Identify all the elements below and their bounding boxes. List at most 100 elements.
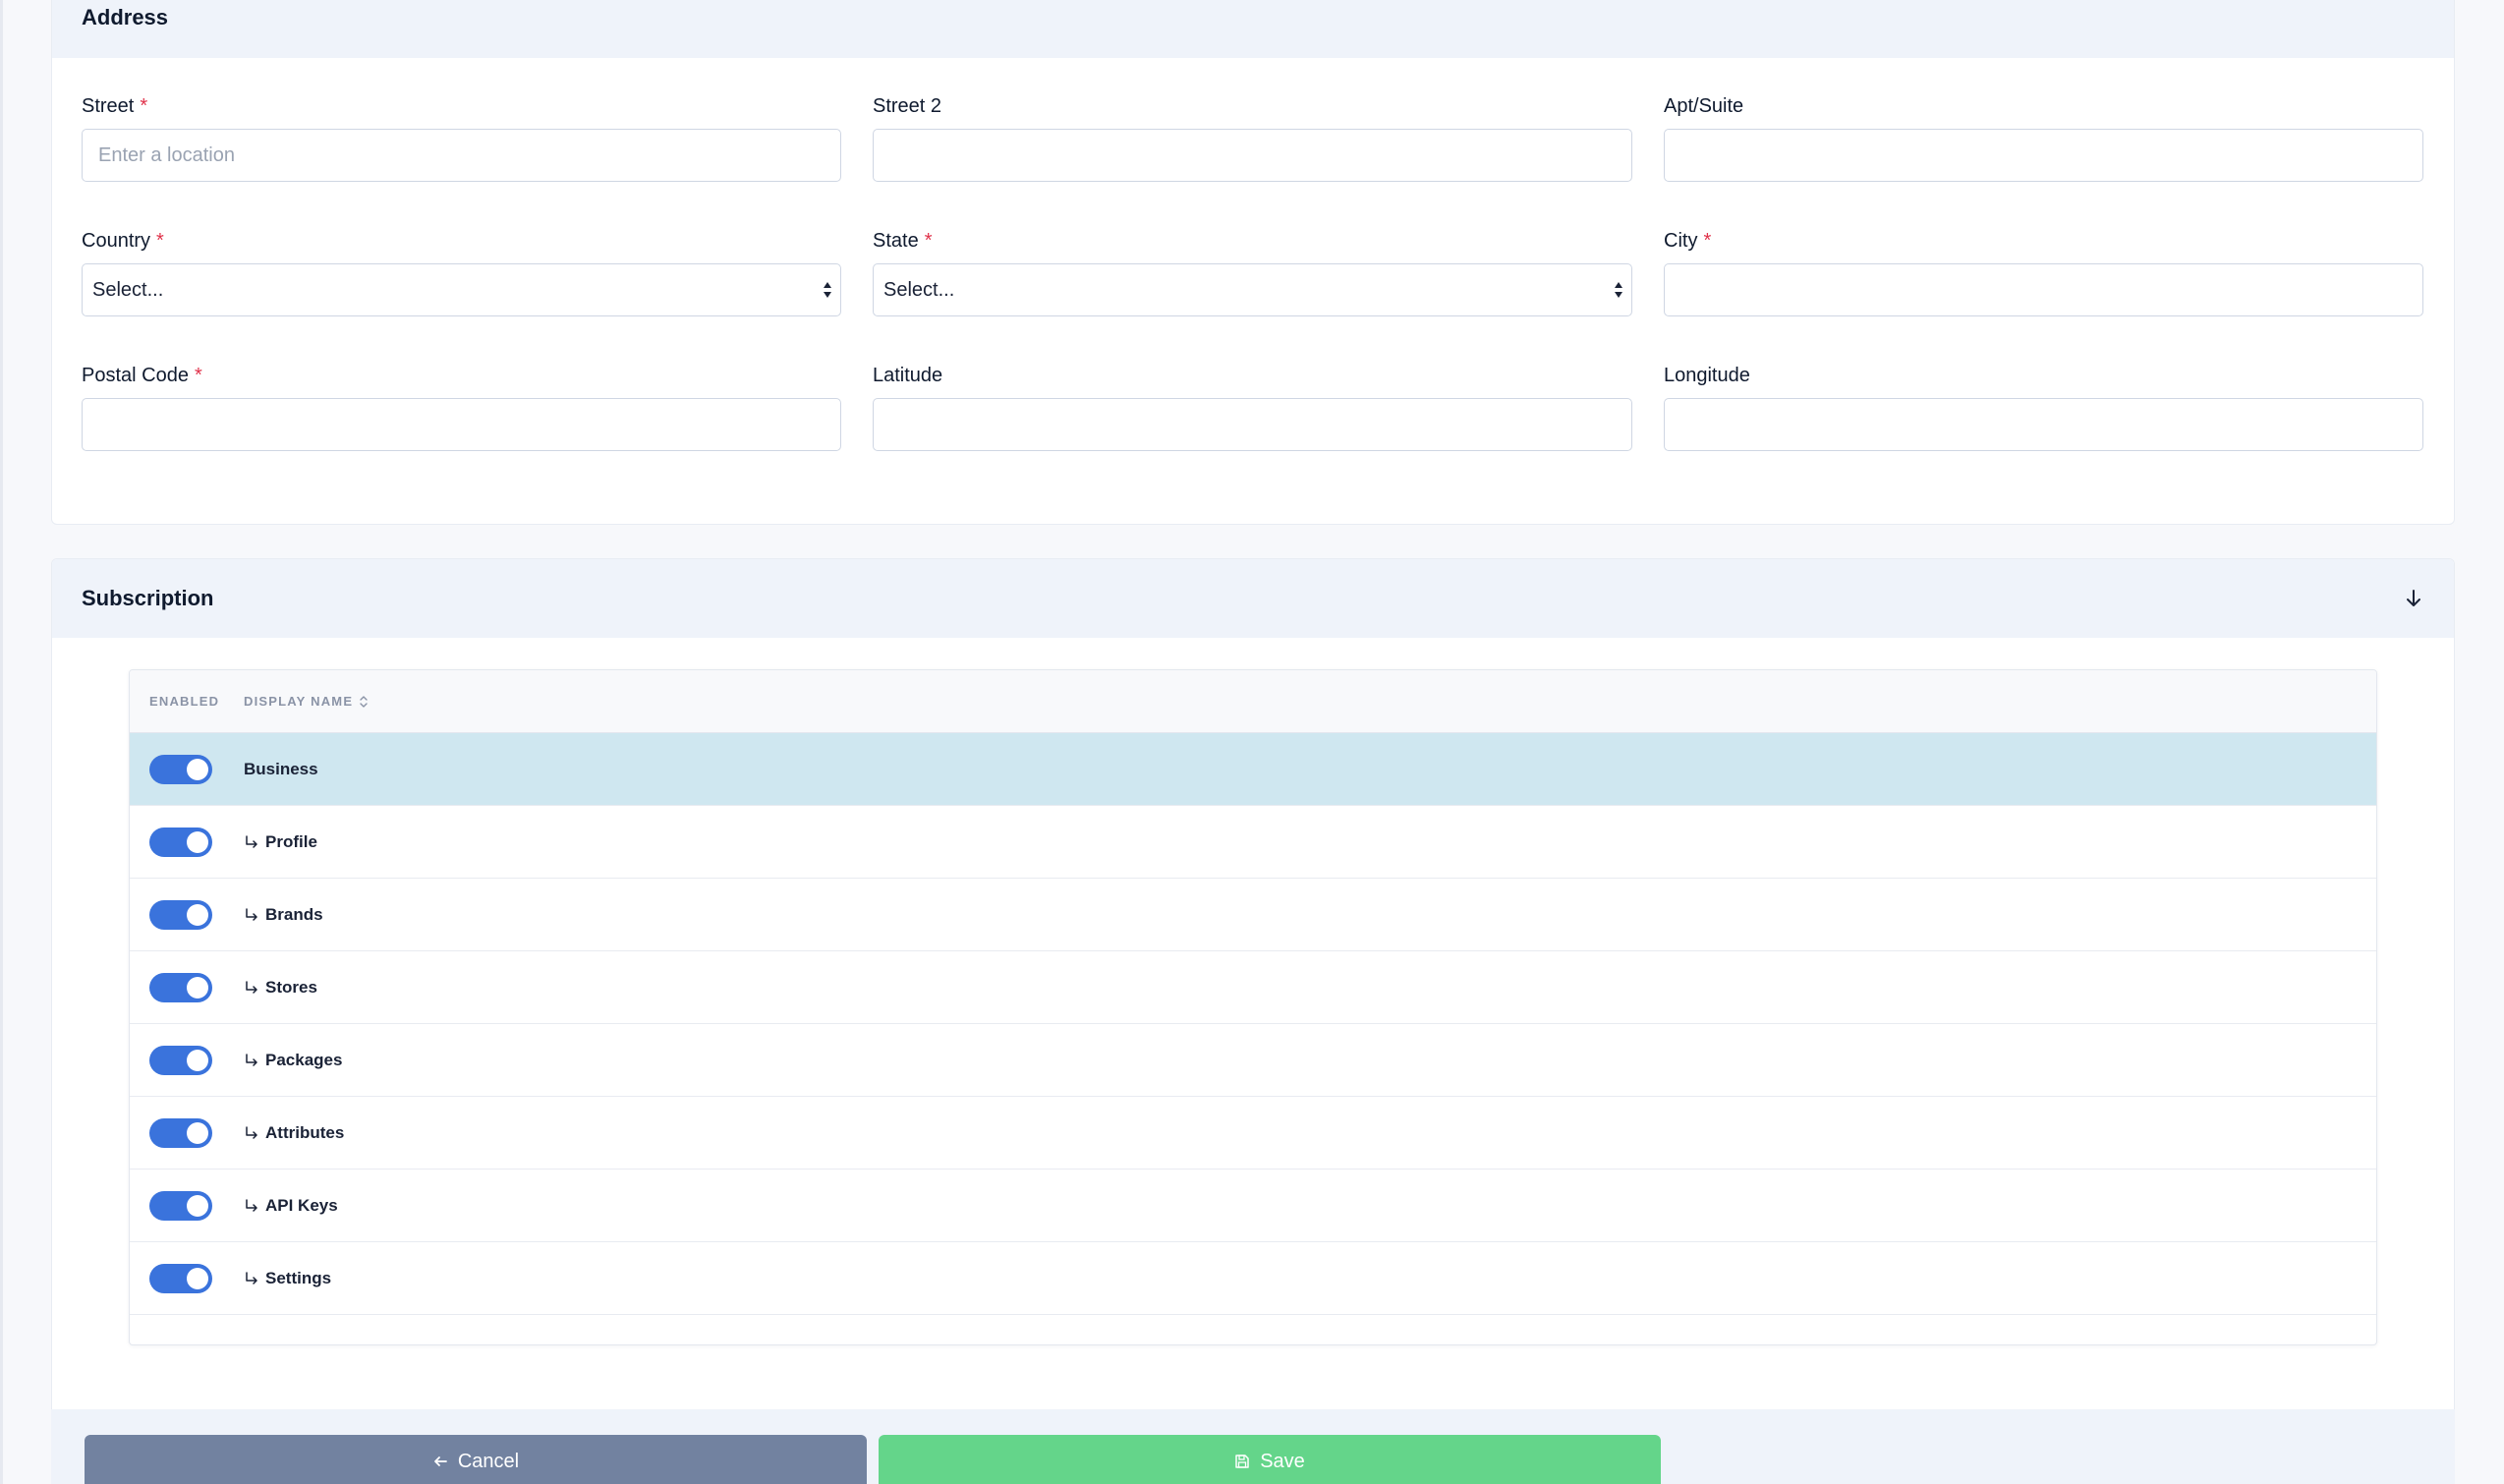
- table-row[interactable]: Brands: [130, 879, 2376, 951]
- display-name-label: Settings: [265, 1268, 332, 1287]
- table-row[interactable]: Business: [130, 733, 2376, 806]
- subscription-card: Subscription Enabled Display Name Busine…: [51, 558, 2455, 1462]
- state-select[interactable]: Select...: [873, 263, 1632, 316]
- subscription-title: Subscription: [82, 586, 214, 610]
- arrow-down-icon[interactable]: [2403, 588, 2424, 609]
- enabled-toggle[interactable]: [149, 1263, 212, 1293]
- enabled-toggle[interactable]: [149, 754, 212, 784]
- page-left-border: [0, 0, 3, 1484]
- select-arrows-icon: [1615, 282, 1622, 298]
- column-header-display-name-label: Display Name: [244, 694, 354, 709]
- longitude-input[interactable]: [1664, 398, 2423, 451]
- table-row[interactable]: Packages: [130, 1024, 2376, 1097]
- required-marker: *: [194, 365, 202, 386]
- display-name-cell: Profile: [244, 832, 317, 852]
- form-actions: Cancel Save: [51, 1409, 2455, 1484]
- enabled-cell: [130, 1190, 244, 1221]
- table-body: Business Profile Brands Stores Packages Attri…: [130, 733, 2376, 1315]
- column-header-enabled: Enabled: [149, 694, 220, 709]
- child-arrow-icon: [246, 1198, 257, 1212]
- table-row[interactable]: Profile: [130, 806, 2376, 879]
- child-arrow-icon: [246, 834, 257, 848]
- address-title: Address: [82, 5, 169, 29]
- toggle-knob: [187, 830, 208, 853]
- street2-input[interactable]: [873, 129, 1632, 182]
- enabled-cell: [130, 972, 244, 1002]
- toggle-knob: [187, 1194, 208, 1217]
- longitude-label: Longitude: [1664, 365, 1750, 386]
- table-row[interactable]: API Keys: [130, 1170, 2376, 1242]
- state-field: State * Select...: [873, 228, 1632, 363]
- toggle-knob: [187, 758, 208, 780]
- address-form: Street* Street 2 Apt/Suite Country* Sele…: [82, 93, 2423, 497]
- arrow-left-icon: [433, 1456, 447, 1466]
- display-name-label: Stores: [265, 977, 317, 997]
- enabled-toggle[interactable]: [149, 827, 212, 857]
- postal-label: Postal Code *: [82, 365, 202, 386]
- display-name-label: Profile: [265, 831, 317, 851]
- display-name-label: Brands: [265, 904, 323, 924]
- required-marker: *: [924, 230, 933, 252]
- display-name-cell: Attributes: [244, 1123, 344, 1143]
- country-select-value: Select...: [82, 263, 841, 316]
- city-field: City *: [1664, 228, 2423, 363]
- latitude-field: Latitude: [873, 363, 1632, 497]
- country-select[interactable]: Select...: [82, 263, 841, 316]
- subscription-header[interactable]: Subscription: [52, 559, 2454, 638]
- display-name-cell: API Keys: [244, 1196, 338, 1216]
- street2-field: Street 2: [873, 93, 1632, 228]
- street-label: Street *: [82, 95, 148, 117]
- city-input[interactable]: [1664, 263, 2423, 316]
- street2-label: Street 2: [873, 95, 942, 117]
- save-button[interactable]: Save: [879, 1435, 1661, 1484]
- enabled-cell: [130, 827, 244, 857]
- display-name-cell: Brands: [244, 905, 323, 925]
- table-row[interactable]: Stores: [130, 951, 2376, 1024]
- postal-input[interactable]: [82, 398, 841, 451]
- cancel-button-label: Cancel: [457, 1450, 520, 1472]
- table-row[interactable]: Settings: [130, 1242, 2376, 1315]
- child-arrow-icon: [246, 980, 257, 994]
- enabled-cell: [130, 1117, 244, 1148]
- save-button-label: Save: [1260, 1450, 1305, 1472]
- cancel-button[interactable]: Cancel: [85, 1435, 867, 1484]
- country-label: Country *: [82, 230, 164, 252]
- enabled-toggle[interactable]: [149, 899, 212, 930]
- city-label: City *: [1664, 230, 1712, 252]
- select-arrows-icon: [824, 282, 831, 298]
- display-name-label: API Keys: [265, 1195, 338, 1215]
- enabled-cell: [130, 754, 244, 784]
- street-input[interactable]: [82, 129, 841, 182]
- table-row[interactable]: Attributes: [130, 1097, 2376, 1170]
- column-header-display-name[interactable]: Display Name: [244, 694, 369, 709]
- address-header: Address: [52, 0, 2454, 58]
- required-marker: *: [1703, 230, 1712, 252]
- display-name-cell: Settings: [244, 1269, 331, 1288]
- child-arrow-icon: [246, 1271, 257, 1284]
- toggle-knob: [187, 903, 208, 926]
- postal-field: Postal Code *: [82, 363, 841, 497]
- country-field: Country * Select...: [82, 228, 841, 363]
- enabled-toggle[interactable]: [149, 1190, 212, 1221]
- display-name-label: Packages: [265, 1050, 343, 1069]
- floppy-disk-icon: [1235, 1455, 1249, 1468]
- apt-input[interactable]: [1664, 129, 2423, 182]
- child-arrow-icon: [246, 907, 257, 921]
- enabled-toggle[interactable]: [149, 972, 212, 1002]
- enabled-cell: [130, 1045, 244, 1075]
- display-name-cell: Business: [244, 760, 318, 779]
- required-marker: *: [140, 95, 148, 117]
- street-field: Street *: [82, 93, 841, 228]
- enabled-toggle[interactable]: [149, 1117, 212, 1148]
- apt-label: Apt/Suite: [1664, 95, 1744, 117]
- table-header: Enabled Display Name: [130, 670, 2376, 733]
- apt-field: Apt/Suite: [1664, 93, 2423, 228]
- toggle-knob: [187, 976, 208, 999]
- toggle-knob: [187, 1267, 208, 1289]
- latitude-input[interactable]: [873, 398, 1632, 451]
- display-name-label: Attributes: [265, 1122, 345, 1142]
- display-name-label: Business: [244, 759, 318, 778]
- enabled-cell: [130, 1263, 244, 1293]
- enabled-toggle[interactable]: [149, 1045, 212, 1075]
- sort-icon[interactable]: [359, 695, 369, 709]
